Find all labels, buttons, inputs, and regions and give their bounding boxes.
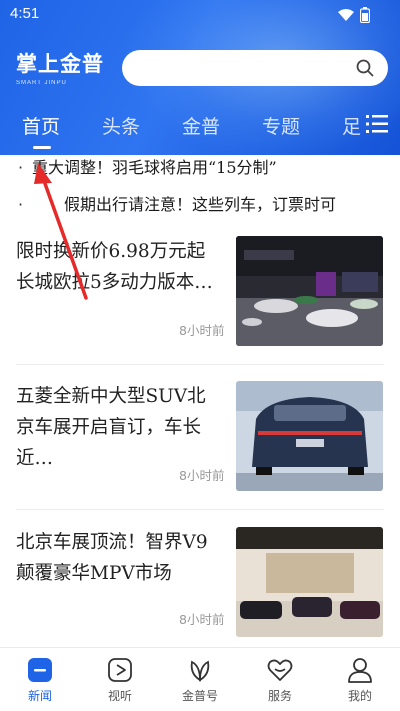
divider [16, 509, 384, 510]
nav-service[interactable]: 服务 [250, 656, 310, 704]
news-title: 五菱全新中大型SUV北京车展开启盲订，车长近… [16, 386, 206, 469]
divider [16, 364, 384, 365]
tab-jinpu[interactable]: 金普 [182, 112, 220, 139]
ticker-item[interactable]: · 重大调整！羽毛球将启用“15分制” [18, 154, 388, 178]
ticker-text: 重大调整！羽毛球将启用“15分制” [32, 158, 277, 177]
app-header: 4:51 掌上金普 SMART JINPU 首页 头条 金普 专题 足 [0, 0, 400, 155]
user-icon [348, 658, 372, 683]
active-tab-indicator [33, 146, 51, 149]
wifi-icon [338, 9, 354, 21]
heart-icon [267, 659, 293, 681]
nav-video[interactable]: 视听 [90, 656, 150, 704]
status-bar: 4:51 [0, 0, 400, 30]
tab-more-partial[interactable]: 足 [342, 112, 361, 139]
mpv-showroom-photo-icon [236, 527, 383, 637]
search-icon[interactable] [356, 59, 374, 77]
nav-label: 服务 [267, 689, 292, 703]
logo-subtitle: SMART JINPU [16, 80, 67, 86]
news-time: 8小时前 [179, 468, 225, 483]
nav-jinpuhao[interactable]: 金普号 [170, 656, 230, 704]
app-logo: 掌上金普 SMART JINPU [16, 48, 111, 88]
news-item[interactable]: 限时换新价6.98万元起 长城欧拉5多动力版本… 8小时前 [0, 236, 400, 366]
news-thumbnail [236, 381, 383, 491]
nav-label: 我的 [347, 689, 372, 703]
nav-news[interactable]: 新闻 [10, 656, 70, 704]
news-icon [28, 658, 52, 682]
car-show-photo-icon [236, 236, 383, 346]
news-time: 8小时前 [179, 323, 225, 338]
suv-rear-photo-icon [236, 381, 383, 491]
nav-label: 新闻 [27, 689, 52, 703]
news-title: 北京车展顶流！智界V9颠覆豪华MPV市场 [16, 532, 208, 584]
tab-home[interactable]: 首页 [22, 112, 60, 139]
bottom-navigation: 新闻 视听 金普号 服务 我的 [0, 647, 400, 711]
news-thumbnail [236, 527, 383, 637]
news-title: 限时换新价6.98万元起 长城欧拉5多动力版本… [16, 241, 213, 293]
nav-label: 视听 [107, 689, 132, 703]
news-time: 8小时前 [179, 612, 225, 627]
nav-mine[interactable]: 我的 [330, 656, 390, 704]
status-icons [338, 7, 370, 23]
news-item[interactable]: 北京车展顶流！智界V9颠覆豪华MPV市场 8小时前 [0, 527, 400, 657]
ticker-item[interactable]: · 假期出行请注意！这些列车，订票时可 [18, 191, 384, 215]
logo-text: 掌上金普 [16, 52, 104, 76]
battery-icon [360, 7, 370, 23]
news-thumbnail [236, 236, 383, 346]
nav-label: 金普号 [181, 689, 218, 703]
play-icon [108, 658, 132, 682]
news-item[interactable]: 五菱全新中大型SUV北京车展开启盲订，车长近… 8小时前 [0, 381, 400, 511]
ticker-bullet: · [18, 158, 24, 177]
ticker-text: 假期出行请注意！这些列车，订票时可 [32, 195, 337, 214]
channel-tabs: 首页 头条 金普 专题 足 [0, 108, 400, 149]
ticker-bullet: · [18, 195, 24, 214]
status-time: 4:51 [10, 5, 40, 22]
search-input[interactable] [122, 50, 388, 86]
leaf-icon [190, 660, 210, 682]
tab-headlines[interactable]: 头条 [102, 112, 140, 139]
tab-topics[interactable]: 专题 [262, 112, 300, 139]
channel-menu-icon[interactable] [366, 114, 388, 134]
